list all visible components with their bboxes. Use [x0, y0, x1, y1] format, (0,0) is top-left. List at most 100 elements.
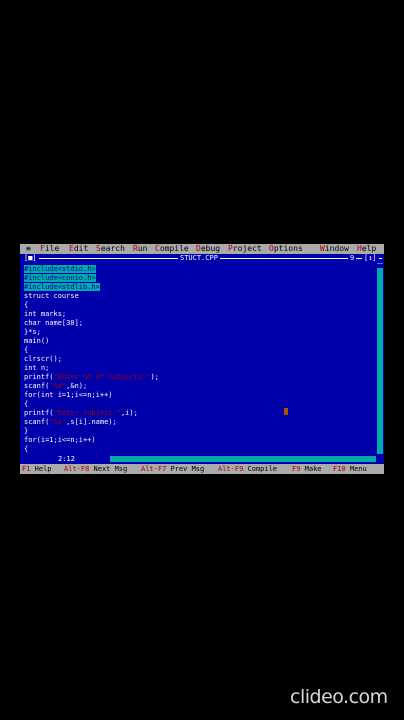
menu-project-label: roject — [232, 244, 262, 253]
string-literal: "%d" — [49, 382, 67, 390]
code-token: int n; — [24, 364, 50, 372]
menu-debug[interactable]: Debug — [196, 244, 220, 254]
code-line: #include<stdio.h> — [24, 265, 374, 274]
window-title: STUCT.CPP — [178, 254, 220, 263]
menu-options-label: ptions — [273, 244, 303, 253]
vertical-scroll-thumb[interactable] — [377, 264, 383, 268]
editor-title-bar: [■] STUCT.CPP 9 [↕] — [20, 254, 384, 263]
menu-file-label: ile — [44, 244, 60, 253]
code-token: ,s[i].name); — [66, 418, 117, 426]
code-line: scanf("%s",s[i].name); — [24, 418, 374, 427]
code-line: printf("Enter subject:",i); — [24, 409, 374, 418]
code-line: scanf("%d",&n); — [24, 382, 374, 391]
menu-bar: ≡ File Edit Search Run Compile Debug Pro… — [20, 244, 384, 254]
code-token: printf( — [24, 409, 54, 417]
code-token: main() — [24, 337, 50, 345]
menu-search-label: earch — [100, 244, 125, 253]
turbo-cpp-window: ≡ File Edit Search Run Compile Debug Pro… — [20, 244, 384, 474]
menu-window[interactable]: Window — [320, 244, 349, 254]
code-line: #include<stdlib.h> — [24, 283, 374, 292]
menu-window-label: indow — [324, 244, 349, 253]
text-cursor — [284, 408, 288, 415]
menu-project[interactable]: Project — [228, 244, 262, 254]
code-editor[interactable]: #include<stdio.h> #include<conio.h> #inclu… — [24, 265, 374, 454]
code-line: { — [24, 445, 374, 454]
code-token: scanf( — [24, 418, 50, 426]
code-token: }*s; — [24, 328, 41, 336]
close-box-icon[interactable]: [■] — [22, 254, 39, 263]
fkey-menu-label: Menu — [349, 465, 367, 473]
code-line: int n; — [24, 364, 374, 373]
vertical-scrollbar[interactable] — [377, 263, 383, 454]
clideo-watermark: clideo.com — [290, 686, 388, 708]
code-token: clrscr(); — [24, 355, 62, 363]
code-token: char name[30]; — [24, 319, 84, 327]
menu-compile[interactable]: Compile — [155, 244, 189, 254]
code-line: clrscr(); — [24, 355, 374, 364]
code-line: int marks; — [24, 310, 374, 319]
menu-run-label: un — [137, 244, 148, 253]
code-token: { — [24, 301, 29, 309]
code-token: for(int i=1;i<=n;i++) — [24, 391, 113, 399]
zoom-box-icon[interactable]: [↕] — [362, 254, 379, 263]
menu-options[interactable]: Options — [269, 244, 303, 254]
menu-help-label: elp — [361, 244, 377, 253]
fkey-help-label: Help — [34, 465, 52, 473]
code-token: ,&n); — [66, 382, 88, 390]
system-menu-icon[interactable]: ≡ — [26, 244, 31, 254]
string-literal: "Enter subject:" — [53, 409, 121, 417]
menu-compile-label: ompile — [159, 244, 189, 253]
code-line: main() — [24, 337, 374, 346]
code-token: ); — [150, 373, 159, 381]
code-token: } — [24, 427, 29, 435]
menu-help[interactable]: Help — [357, 244, 376, 254]
fkey-compile-key: Alt-F9 — [218, 465, 244, 473]
fkey-next-msg-key: Alt-F8 — [64, 465, 90, 473]
code-line: }*s; — [24, 328, 374, 337]
menu-search[interactable]: Search — [96, 244, 125, 254]
menu-edit[interactable]: Edit — [69, 244, 88, 254]
cursor-position: 2:12 — [58, 455, 75, 463]
fkey-help-key: F1 — [22, 465, 31, 473]
code-line: { — [24, 346, 374, 355]
fkey-make[interactable]: F9 Make — [292, 464, 322, 474]
fkey-menu-key: F10 — [333, 465, 346, 473]
fkey-help[interactable]: F1 Help — [22, 464, 52, 474]
code-line: for(int i=1;i<=n;i++) — [24, 391, 374, 400]
code-line: char name[30]; — [24, 319, 374, 328]
code-token: { — [24, 346, 29, 354]
code-line: { — [24, 400, 374, 409]
code-line: { — [24, 301, 374, 310]
fkey-prev-msg[interactable]: Alt-F7 Prev Msg — [141, 464, 204, 474]
fkey-make-label: Make — [304, 465, 322, 473]
function-key-bar: F1 Help Alt-F8 Next Msg Alt-F7 Prev Msg … — [20, 464, 384, 474]
menu-edit-label: dit — [73, 244, 89, 253]
horizontal-scrollbar[interactable] — [110, 456, 376, 462]
string-literal: "Enter no of subjects:" — [53, 373, 151, 381]
string-literal: "%s" — [49, 418, 67, 426]
code-line: struct course — [24, 292, 374, 301]
preprocessor-token: #include<stdlib.h> — [24, 283, 100, 291]
code-token: int marks; — [24, 310, 67, 318]
code-token: { — [24, 445, 29, 453]
menu-run[interactable]: Run — [133, 244, 147, 254]
code-line: #include<conio.h> — [24, 274, 374, 283]
code-line: for(i=1;i<=n;i++) — [24, 436, 374, 445]
code-token: for(i=1;i<=n;i++) — [24, 436, 96, 444]
fkey-make-key: F9 — [292, 465, 301, 473]
menu-file[interactable]: File — [40, 244, 59, 254]
code-token: scanf( — [24, 382, 50, 390]
code-line: printf("Enter no of subjects:"); — [24, 373, 374, 382]
code-token: printf( — [24, 373, 54, 381]
preprocessor-token: #include<stdio.h> — [24, 265, 96, 273]
fkey-menu[interactable]: F10 Menu — [333, 464, 367, 474]
preprocessor-token: #include<conio.h> — [24, 274, 96, 282]
fkey-next-msg-label: Next Msg — [93, 465, 128, 473]
fkey-prev-msg-key: Alt-F7 — [141, 465, 167, 473]
fkey-compile[interactable]: Alt-F9 Compile — [218, 464, 277, 474]
fkey-prev-msg-label: Prev Msg — [170, 465, 205, 473]
code-token: ,i); — [120, 409, 138, 417]
fkey-next-msg[interactable]: Alt-F8 Next Msg — [64, 464, 127, 474]
window-number: 9 — [348, 254, 357, 263]
code-token: struct course — [24, 292, 79, 300]
